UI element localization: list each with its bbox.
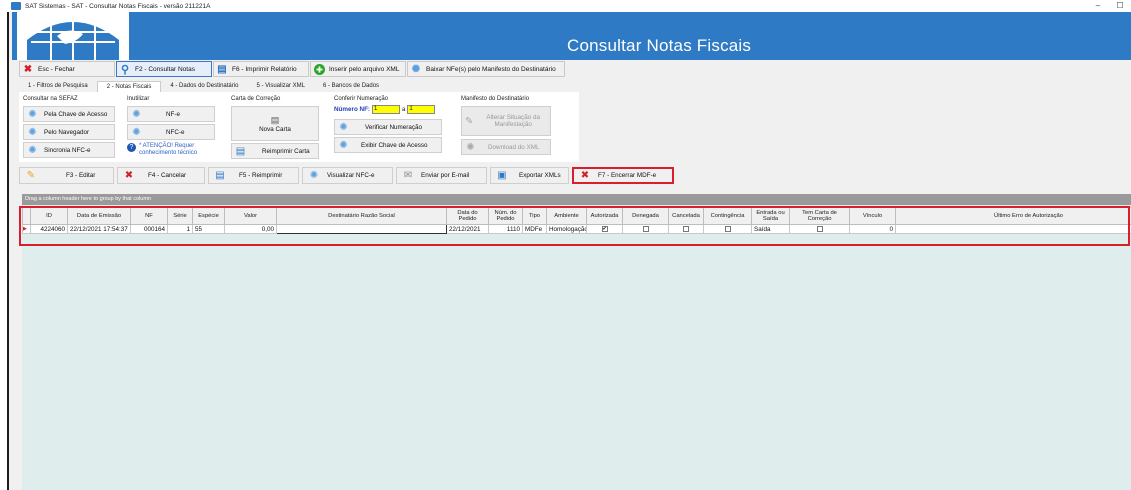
change-manifest-button[interactable]: ✎ Alterar Situação da Manifestação — [461, 106, 551, 136]
group-carta-correcao: Carta de Correção ▤ Nova Carta ▤ Reimprim… — [231, 96, 327, 159]
tab-xml[interactable]: 5 - Visualizar XML — [247, 81, 314, 92]
notes-grid: Drag a column header here to group by th… — [19, 194, 1131, 490]
mail-icon: ✉ — [403, 169, 413, 181]
title-bar: SAT Sistemas - SAT - Consultar Notas Fis… — [9, 0, 1131, 12]
view-nfce-button[interactable]: ✺ Visualizar NFC-e — [302, 166, 393, 184]
help-icon: ? — [127, 143, 136, 152]
reprint-letter-button[interactable]: ▤ Reimprimir Carta — [231, 143, 319, 159]
tab-filtros[interactable]: 1 - Filtros de Pesquisa — [19, 81, 97, 92]
inutilizar-nfce-button[interactable]: ✺ NFC-e — [127, 124, 215, 140]
maximize-button[interactable]: ☐ — [1109, 0, 1131, 12]
printer-icon: ▤ — [235, 145, 246, 157]
send-email-button[interactable]: ✉ Enviar por E-mail — [396, 166, 487, 184]
group-label: Carta de Correção — [231, 96, 281, 102]
printer-icon: ▤ — [215, 169, 225, 181]
attention-note: ? * ATENÇÃO! Requer conhecimento técnico — [127, 143, 217, 156]
download-nfe-button[interactable]: ✺ Baixar NFe(s) pelo Manifesto do Destin… — [407, 61, 565, 77]
print-report-button[interactable]: ▤ F6 - Imprimir Relatório — [213, 61, 309, 77]
import-xml-button[interactable]: Inserir pelo arquivo XML — [310, 61, 406, 77]
globe-icon: ✺ — [339, 139, 348, 151]
company-logo — [17, 12, 129, 60]
group-label: Inutilizar — [127, 96, 150, 102]
show-access-key-button[interactable]: ✺ Exibir Chave de Acesso — [334, 137, 442, 153]
printer-icon: ▤ — [217, 63, 227, 75]
app-icon — [11, 2, 21, 10]
globe-icon: ✺ — [466, 141, 475, 153]
new-letter-button[interactable]: ▤ Nova Carta — [231, 106, 319, 141]
group-label: Consultar na SEFAZ — [23, 96, 78, 102]
group-by-hint: Drag a column header here to group by th… — [22, 194, 1131, 205]
highlight-box — [19, 206, 1130, 246]
inutilizar-nfe-button[interactable]: ✺ NF-e — [127, 106, 215, 122]
group-manifesto: Manifesto do Destinatário ✎ Alterar Situa… — [461, 96, 571, 155]
sync-nfce-button[interactable]: ✺ Sincronia NFC-e — [23, 142, 115, 158]
globe-icon: ✺ — [132, 108, 141, 120]
page-title: Consultar Notas Fiscais — [567, 36, 752, 55]
main-window: SAT Sistemas - SAT - Consultar Notas Fis… — [9, 0, 1131, 490]
cancel-icon: ✖ — [124, 169, 134, 181]
edit-icon: ✎ — [465, 115, 474, 127]
minimize-button[interactable]: – — [1087, 0, 1109, 12]
group-label: Manifesto do Destinatário — [461, 96, 530, 102]
tab-notas-fiscais[interactable]: 2 - Notas Fiscais — [96, 81, 162, 92]
cancel-button[interactable]: ✖ F4 - Cancelar — [117, 166, 205, 184]
actions-toolbar: ✎ F3 - Editar ✖ F4 - Cancelar ▤ F5 - Reimpr… — [19, 166, 674, 184]
number-to-field[interactable]: 1 — [407, 105, 436, 114]
close-button[interactable]: ✖ Esc - Fechar — [19, 61, 115, 77]
pencil-icon: ✎ — [26, 169, 36, 181]
close-mdfe-button[interactable]: ✖ F7 - Encerrar MDF-e — [572, 166, 674, 184]
group-label: Conferir Numeração — [334, 96, 389, 102]
globe-icon: ✺ — [28, 108, 37, 120]
tab-bar: 1 - Filtros de Pesquisa 2 - Notas Fiscai… — [19, 81, 388, 92]
close-icon: ✖ — [23, 63, 33, 75]
verify-numbering-button[interactable]: ✺ Verificar Numeração — [334, 119, 442, 135]
range-label: a — [402, 106, 406, 113]
download-xml-button[interactable]: ✺ Download do XML — [461, 139, 551, 155]
export-xml-button[interactable]: ▣ Exportar XMLs — [490, 166, 569, 184]
group-consultar-sefaz: Consultar na SEFAZ ✺ Pela Chave de Acesso… — [23, 96, 115, 158]
globe-icon: ✺ — [132, 126, 141, 138]
document-icon: ▤ — [270, 114, 280, 125]
number-from-field[interactable]: 1 — [372, 105, 401, 114]
number-label: Número NF: — [334, 106, 371, 113]
add-icon — [313, 63, 325, 75]
cancel-icon: ✖ — [580, 169, 590, 181]
consult-button[interactable]: ⚲ F2 - Consultar Notas — [116, 61, 212, 77]
tab-banco-dados[interactable]: 6 - Bancos de Dados — [314, 81, 388, 92]
group-inutilizar: Inutilizar ✺ NF-e ✺ NFC-e ? * ATENÇÃO! Req… — [127, 96, 217, 156]
consult-by-key-button[interactable]: ✺ Pela Chave de Acesso — [23, 106, 115, 122]
tab-destinatario[interactable]: 4 - Dados do Destinatário — [161, 81, 247, 92]
consult-browser-button[interactable]: ✺ Pelo Navegador — [23, 124, 115, 140]
window-title: SAT Sistemas - SAT - Consultar Notas Fis… — [25, 2, 211, 10]
globe-icon: ✺ — [28, 126, 37, 138]
header-banner: Consultar Notas Fiscais — [12, 12, 1131, 60]
globe-icon: ✺ — [339, 121, 348, 133]
save-icon: ▣ — [497, 169, 507, 181]
left-edge — [0, 0, 9, 490]
group-conferir-numeracao: Conferir Numeração Número NF: 1 a 1 ✺ Ver… — [334, 96, 454, 153]
main-toolbar: ✖ Esc - Fechar ⚲ F2 - Consultar Notas ▤ … — [19, 61, 565, 77]
globe-icon: ✺ — [411, 63, 421, 75]
reprint-button[interactable]: ▤ F5 - Reimprimir — [208, 166, 299, 184]
globe-icon: ✺ — [309, 169, 319, 181]
search-icon: ⚲ — [120, 63, 130, 76]
edit-button[interactable]: ✎ F3 - Editar — [19, 166, 114, 184]
globe-icon: ✺ — [28, 144, 37, 156]
